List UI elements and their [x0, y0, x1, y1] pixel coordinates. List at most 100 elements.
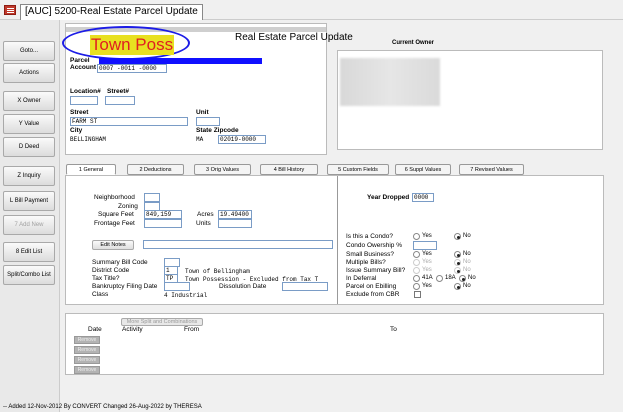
small-business-label: Small Business? — [346, 251, 395, 258]
tab-suppl-values[interactable]: 6 Suppl Values — [395, 164, 451, 175]
tab-custom-fields[interactable]: 5 Custom Fields — [327, 164, 389, 175]
street-number-label: Street# — [107, 88, 130, 95]
class-label: Class — [92, 291, 109, 298]
state-zip-label: State Zipcode — [196, 127, 239, 134]
city-value: BELLINGHAM — [70, 136, 107, 143]
tab-revised-values[interactable]: 7 Revised Values — [459, 164, 524, 175]
more-split-combinations-button: More Split and Combinations — [121, 318, 203, 326]
account-label: Account — [70, 64, 96, 71]
condo-no-radio[interactable] — [454, 233, 461, 240]
zipcode-field[interactable]: 02019-0000 — [218, 135, 266, 144]
state-value: MA — [196, 136, 204, 143]
ebilling-yes-radio[interactable] — [413, 283, 420, 290]
date-column-header: Date — [88, 326, 102, 333]
bankruptcy-date-field[interactable] — [164, 282, 190, 291]
acres-field[interactable]: 19.49400 — [218, 210, 252, 219]
edit-notes-button[interactable]: Edit Notes — [92, 240, 134, 250]
add-new-button: 7 Add New — [3, 215, 55, 235]
condo-no-label: No — [463, 233, 471, 239]
year-dropped-field[interactable]: 0000 — [412, 193, 434, 202]
in-deferral-label: In Deferral — [346, 275, 377, 282]
remove-button: Remove — [74, 356, 100, 364]
condo-ownership-label: Condo Owership % — [346, 242, 402, 249]
condo-yes-radio[interactable] — [413, 233, 420, 240]
y-value-button[interactable]: Y Value — [3, 114, 55, 134]
to-column-header: To — [390, 326, 397, 333]
edit-list-button[interactable]: 8 Edit List — [3, 242, 55, 262]
units-label: Units — [196, 220, 211, 227]
owner-redacted — [340, 58, 440, 106]
window-title: [AUC] 5200-Real Estate Parcel Update — [20, 4, 203, 20]
from-column-header: From — [184, 326, 200, 333]
dissolution-date-label: Dissolution Date — [219, 283, 267, 290]
district-description: Town of Bellingham — [185, 268, 250, 275]
current-owner-label: Current Owner — [392, 40, 435, 46]
deferral-no-radio[interactable] — [459, 275, 466, 282]
class-value: 4 Industrial — [164, 292, 208, 299]
app-menu-icon[interactable] — [4, 5, 16, 15]
dissolution-date-field[interactable] — [282, 282, 328, 291]
tab-general[interactable]: 1 General — [66, 164, 116, 175]
location-field[interactable] — [70, 96, 98, 105]
x-owner-button[interactable]: X Owner — [3, 91, 55, 111]
activity-column-header: Activity — [122, 326, 143, 333]
remove-button: Remove — [74, 366, 100, 374]
small-business-no-label: No — [463, 251, 471, 257]
frontage-feet-label: Frontage Feet — [94, 220, 135, 227]
ebilling-no-label: No — [463, 283, 471, 289]
deferral-41a-radio[interactable] — [413, 275, 420, 282]
square-feet-field[interactable]: 849,159 — [144, 210, 182, 219]
small-business-yes-radio[interactable] — [413, 251, 420, 258]
frontage-feet-field[interactable] — [144, 219, 182, 228]
account-field[interactable]: 0007 -0011 -0000 — [97, 64, 167, 73]
tab-orig-values[interactable]: 3 Orig Values — [194, 164, 251, 175]
zoning-label: Zoning — [118, 203, 138, 210]
deferral-18a-label: 18A — [445, 275, 456, 281]
notes-field[interactable] — [143, 240, 333, 249]
issue-summary-yes-radio — [413, 267, 420, 274]
multiple-bills-yes-radio — [413, 259, 420, 266]
deferral-18a-radio[interactable] — [436, 275, 443, 282]
parcel-ebilling-label: Parcel on Ebilling — [346, 283, 397, 290]
remove-button: Remove — [74, 346, 100, 354]
ebilling-no-radio[interactable] — [454, 283, 461, 290]
condo-yes-label: Yes — [422, 233, 432, 239]
acres-label: Acres — [197, 211, 214, 218]
year-dropped-label: Year Dropped — [367, 194, 410, 201]
condo-ownership-field[interactable] — [413, 241, 437, 250]
units-field[interactable] — [218, 219, 252, 228]
exclude-cbr-label: Exclude from CBR — [346, 291, 400, 298]
square-feet-label: Square Feet — [98, 211, 134, 218]
actions-button[interactable]: Actions — [3, 63, 55, 83]
unit-field[interactable] — [196, 117, 220, 126]
tab-deductions[interactable]: 2 Deductions — [127, 164, 184, 175]
neighborhood-label: Neighborhood — [94, 194, 135, 201]
issue-summary-no-radio — [454, 267, 461, 274]
multiple-bills-no-radio — [454, 259, 461, 266]
location-label: Location# — [70, 88, 101, 95]
neighborhood-field[interactable] — [144, 193, 160, 202]
issue-summary-yes-label: Yes — [422, 267, 432, 273]
d-deed-button[interactable]: D Deed — [3, 137, 55, 157]
street-field[interactable]: FARM ST — [70, 117, 188, 126]
multiple-bills-label: Multiple Bills? — [346, 259, 386, 266]
status-bar-text: -- Added 12-Nov-2012 By CONVERT Changed … — [3, 404, 202, 410]
summary-bill-code-label: Summary Bill Code — [92, 259, 148, 266]
bill-payment-button[interactable]: L Bill Payment — [3, 191, 55, 211]
z-inquiry-button[interactable]: Z Inquiry — [3, 166, 55, 186]
small-business-no-radio[interactable] — [454, 251, 461, 258]
bankruptcy-date-label: Bankruptcy Filing Date — [92, 283, 158, 290]
annotation-label: Town Poss — [90, 35, 174, 55]
ebilling-yes-label: Yes — [422, 283, 432, 289]
issue-summary-no-label: No — [463, 267, 471, 273]
remove-button: Remove — [74, 336, 100, 344]
deferral-no-label: No — [468, 275, 476, 281]
tab-bill-history[interactable]: 4 Bill History — [260, 164, 318, 175]
street-number-field[interactable] — [105, 96, 135, 105]
exclude-cbr-checkbox[interactable] — [414, 291, 421, 298]
goto-button[interactable]: Goto... — [3, 41, 55, 61]
split-combo-list-button[interactable]: Split/Combo List — [3, 265, 55, 285]
unit-label: Unit — [196, 109, 209, 116]
small-business-yes-label: Yes — [422, 251, 432, 257]
sidebar: Goto... Actions X Owner Y Value D Deed Z… — [0, 20, 60, 412]
